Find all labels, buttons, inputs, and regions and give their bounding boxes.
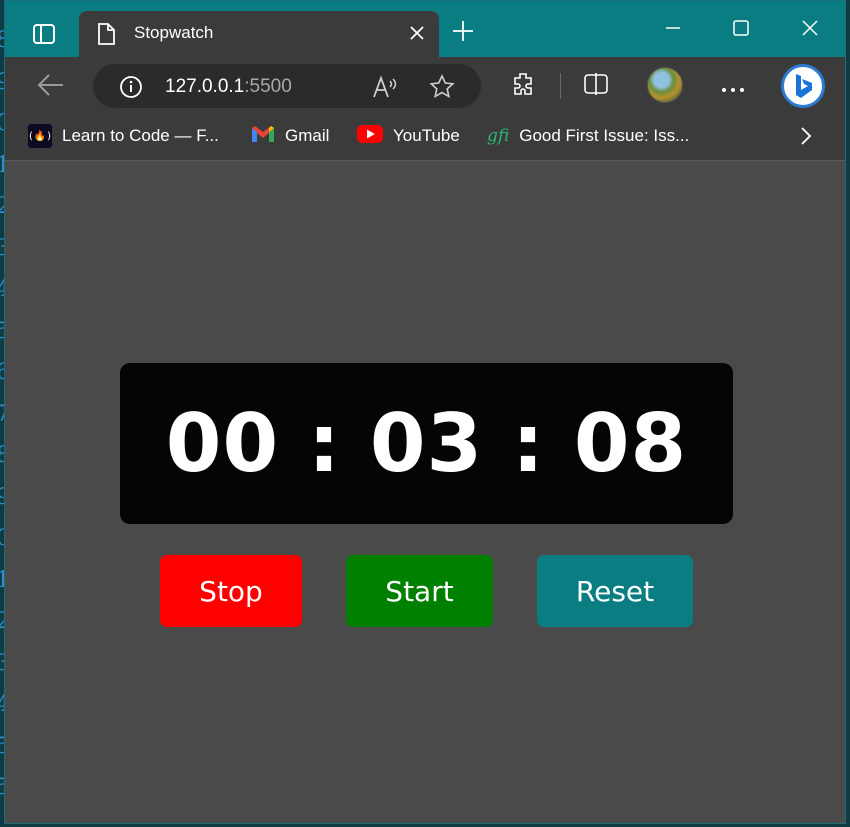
bookmark-gmail[interactable]: Gmail xyxy=(251,123,329,149)
youtube-icon xyxy=(357,125,383,147)
tab-stopwatch[interactable]: Stopwatch xyxy=(79,11,439,57)
hours-value: 00 xyxy=(165,397,280,490)
seconds-value: 08 xyxy=(573,397,688,490)
separator: : xyxy=(512,397,546,490)
time-readout: 00 : 03 : 08 xyxy=(166,397,687,490)
more-options-icon[interactable] xyxy=(721,79,745,98)
close-tab-icon[interactable] xyxy=(409,25,425,45)
toolbar: 127.0.0.1:5500 xyxy=(5,57,845,113)
bookmark-label: YouTube xyxy=(393,126,460,145)
url-text: 127.0.0.1:5500 xyxy=(165,76,292,98)
minimize-icon[interactable] xyxy=(658,15,688,41)
site-info-icon[interactable] xyxy=(119,75,143,103)
bing-copilot-icon[interactable] xyxy=(781,64,825,108)
extensions-icon[interactable] xyxy=(510,71,536,101)
split-screen-icon[interactable] xyxy=(583,71,609,101)
bookmark-youtube[interactable]: YouTube xyxy=(357,123,460,149)
tab-title: Stopwatch xyxy=(134,23,214,42)
bookmark-freecodecamp[interactable]: (🔥) Learn to Code — F... xyxy=(28,123,219,149)
gfi-icon: gfi xyxy=(487,126,510,146)
page-icon xyxy=(97,23,115,49)
title-bar: Stopwatch xyxy=(5,1,845,57)
bookmark-label: Gmail xyxy=(285,126,330,145)
url-port: :5500 xyxy=(244,76,292,97)
reset-button[interactable]: Reset xyxy=(537,555,693,627)
stopwatch-display: 00 : 03 : 08 xyxy=(120,363,733,524)
maximize-icon[interactable] xyxy=(726,15,756,41)
stop-button[interactable]: Stop xyxy=(160,555,302,627)
minutes-value: 03 xyxy=(369,397,484,490)
new-tab-icon[interactable] xyxy=(451,19,475,47)
page-content: 00 : 03 : 08 Stop Start Reset xyxy=(5,162,845,823)
separator: : xyxy=(307,397,341,490)
url-host: 127.0.0.1 xyxy=(165,76,245,97)
bookmark-label: Good First Issue: Iss... xyxy=(519,126,690,145)
bookmarks-bar: (🔥) Learn to Code — F... Gmail YouTube g… xyxy=(5,113,845,161)
read-aloud-icon[interactable] xyxy=(372,75,398,103)
bookmark-good-first-issue[interactable]: gfi Good First Issue: Iss... xyxy=(487,123,689,149)
chevron-right-icon[interactable] xyxy=(800,126,812,150)
profile-avatar[interactable] xyxy=(647,67,683,103)
close-window-icon[interactable] xyxy=(795,15,825,41)
tab-actions-icon[interactable] xyxy=(29,19,59,49)
favorite-star-icon[interactable] xyxy=(429,74,455,104)
bookmark-label: Learn to Code — F... xyxy=(62,126,219,145)
browser-window: Stopwatch 127.0.0.1:5500 (🔥) Learn to Co… xyxy=(4,0,846,824)
gmail-icon xyxy=(251,125,275,147)
back-arrow-icon[interactable] xyxy=(35,71,65,103)
start-button[interactable]: Start xyxy=(346,555,493,627)
freecodecamp-icon: (🔥) xyxy=(28,124,52,148)
address-bar[interactable]: 127.0.0.1:5500 xyxy=(93,64,481,108)
toolbar-divider xyxy=(560,73,561,99)
